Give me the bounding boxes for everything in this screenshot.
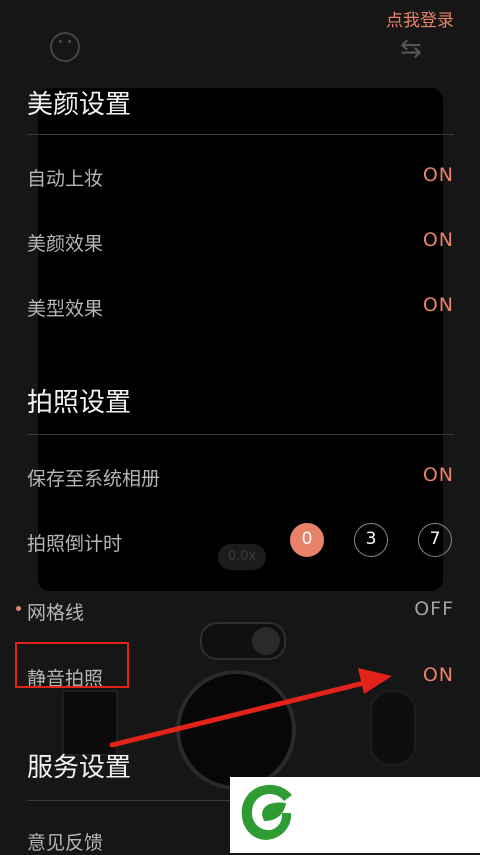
new-indicator-dot [16,606,21,611]
row-label: 自动上妆 [27,168,104,190]
face-icon [50,32,80,62]
shutter-button [176,670,296,790]
row-label: 保存至系统相册 [27,468,161,490]
swap-camera-icon: ⇆ [400,34,422,64]
section-title-service: 服务设置 [27,753,132,783]
toggle-knob [252,627,280,655]
divider [27,134,454,135]
row-label: 美颜效果 [27,233,104,255]
camera-mode-toggle [200,622,286,660]
row-value-toggle[interactable]: ON [423,664,454,686]
watermark-logo [230,777,480,853]
row-label: 意见反馈 [27,832,104,854]
annotation-highlight-box [15,642,129,688]
camera-background: 0.0x ⇆ [0,0,480,853]
row-label: 美型效果 [27,298,104,320]
timer-option-3[interactable]: 3 [354,523,388,557]
row-label: 网格线 [27,602,85,624]
timer-option-0[interactable]: 0 [290,523,324,557]
row-value-toggle[interactable]: OFF [414,598,454,620]
section-title-beauty: 美颜设置 [27,90,132,120]
row-label: 拍照倒计时 [27,533,123,555]
timer-option-7[interactable]: 7 [418,523,452,557]
zoom-indicator: 0.0x [218,544,266,570]
row-value-toggle[interactable]: ON [423,464,454,486]
section-title-photo: 拍照设置 [27,388,132,418]
row-value-toggle[interactable]: ON [423,164,454,186]
leaf-logo-icon [241,784,292,840]
filter-button [370,690,416,766]
row-value-toggle[interactable]: ON [423,229,454,251]
login-link[interactable]: 点我登录 [386,6,454,31]
row-value-toggle[interactable]: ON [423,294,454,316]
divider [27,434,454,435]
